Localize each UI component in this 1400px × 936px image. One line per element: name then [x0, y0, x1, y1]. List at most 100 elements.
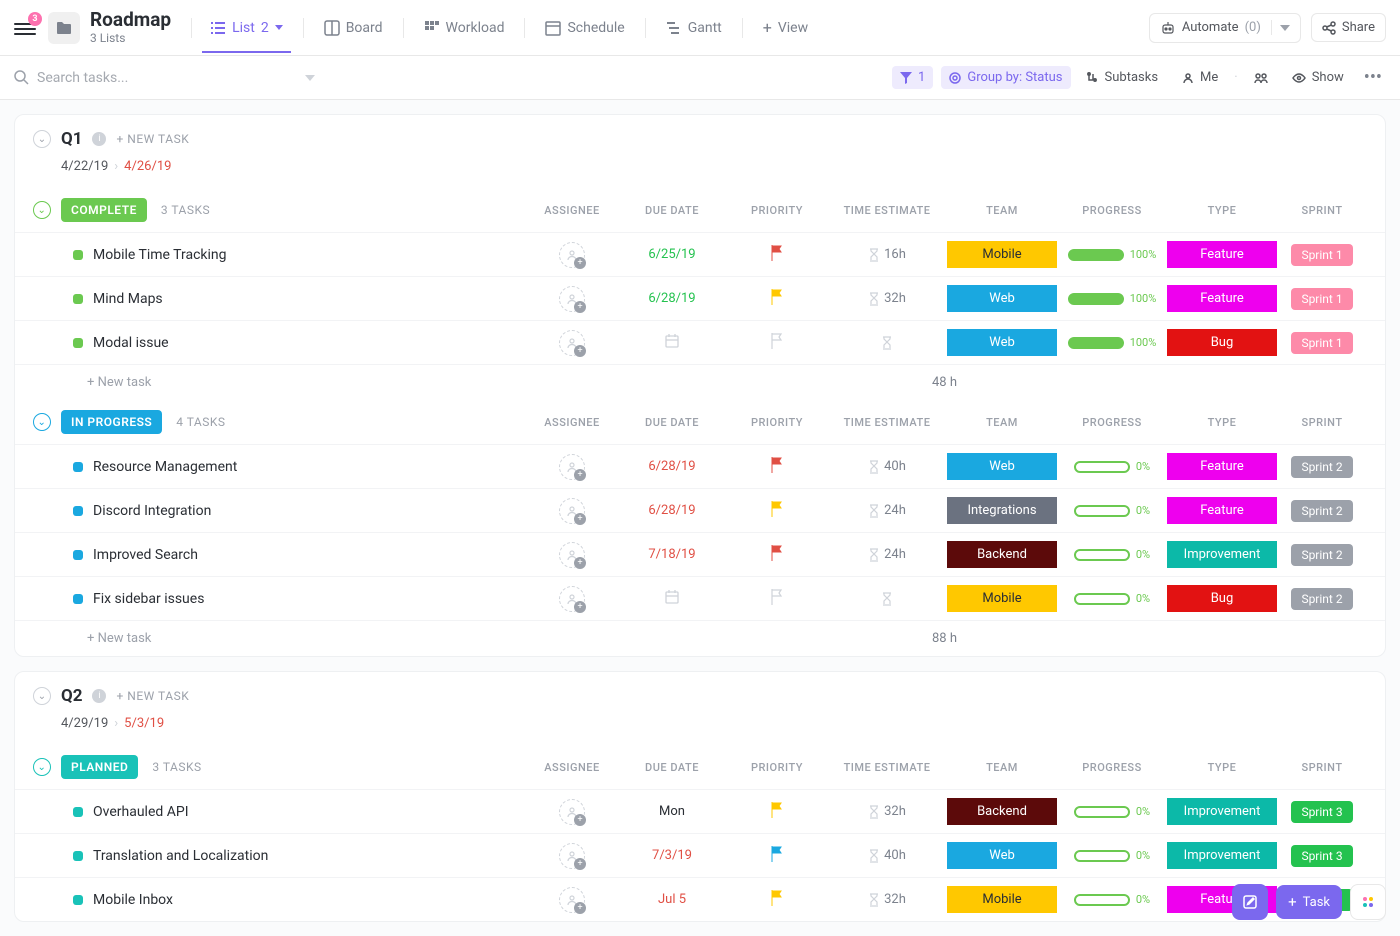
tab-workload[interactable]: Workload [410, 4, 519, 52]
assignee-cell[interactable]: + [527, 542, 617, 568]
task-row[interactable]: Overhauled API + Mon 32h Backend 0% Impr… [15, 789, 1385, 833]
tab-board[interactable]: Board [310, 4, 397, 52]
task-row[interactable]: Mind Maps + 6/28/19 32h Web 100% Feature… [15, 276, 1385, 320]
due-date-cell[interactable]: 6/28/19 [617, 291, 727, 306]
due-date-cell[interactable]: 7/18/19 [617, 547, 727, 562]
due-date-cell[interactable]: Jul 5 [617, 892, 727, 907]
team-cell[interactable]: Web [947, 453, 1057, 480]
assignee-cell[interactable]: + [527, 454, 617, 480]
share-button[interactable]: Share [1311, 13, 1386, 42]
collapse-icon[interactable]: ⌄ [33, 201, 51, 219]
new-task-row[interactable]: + New task48 h [15, 364, 1385, 400]
estimate-cell[interactable]: 16h [827, 247, 947, 262]
estimate-cell[interactable]: 32h [827, 804, 947, 819]
task-row[interactable]: Translation and Localization + 7/3/19 40… [15, 833, 1385, 877]
priority-cell[interactable] [727, 457, 827, 477]
type-cell[interactable]: Improvement [1167, 798, 1277, 825]
due-date-cell[interactable] [617, 589, 727, 609]
team-cell[interactable]: Mobile [947, 886, 1057, 913]
tab-add-view[interactable]: + View [749, 2, 822, 53]
sprint-cell[interactable]: Sprint 2 [1277, 544, 1367, 566]
task-name[interactable]: Improved Search [73, 547, 527, 563]
priority-cell[interactable] [727, 289, 827, 309]
assignee-cell[interactable]: + [527, 242, 617, 268]
more-icon[interactable]: ••• [1360, 67, 1386, 88]
progress-cell[interactable]: 100% [1057, 248, 1167, 261]
type-cell[interactable]: Feature [1167, 285, 1277, 312]
priority-cell[interactable] [727, 589, 827, 609]
task-name[interactable]: Mind Maps [73, 291, 527, 307]
task-name[interactable]: Overhauled API [73, 804, 527, 820]
team-cell[interactable]: Backend [947, 798, 1057, 825]
progress-cell[interactable]: 100% [1057, 292, 1167, 305]
sprint-cell[interactable]: Sprint 2 [1277, 500, 1367, 522]
assignee-cell[interactable]: + [527, 498, 617, 524]
due-date-cell[interactable]: Mon [617, 804, 727, 819]
assignee-cell[interactable]: + [527, 843, 617, 869]
assignee-cell[interactable]: + [527, 887, 617, 913]
tab-gantt[interactable]: Gantt [652, 4, 736, 52]
due-date-cell[interactable]: 6/28/19 [617, 503, 727, 518]
estimate-cell[interactable]: 32h [827, 291, 947, 306]
estimate-cell[interactable]: 24h [827, 503, 947, 518]
tab-list[interactable]: List 2 [196, 4, 297, 52]
progress-cell[interactable]: 0% [1057, 592, 1167, 605]
type-cell[interactable]: Bug [1167, 585, 1277, 612]
estimate-cell[interactable] [827, 336, 947, 350]
progress-cell[interactable]: 0% [1057, 504, 1167, 517]
status-pill[interactable]: COMPLETE [61, 198, 147, 222]
assignee-cell[interactable]: + [527, 799, 617, 825]
list-title[interactable]: Q2 [61, 686, 82, 706]
collapse-icon[interactable]: ⌄ [33, 413, 51, 431]
sprint-cell[interactable]: Sprint 2 [1277, 456, 1367, 478]
priority-cell[interactable] [727, 890, 827, 910]
estimate-cell[interactable]: 32h [827, 892, 947, 907]
status-pill[interactable]: PLANNED [61, 755, 138, 779]
due-date-cell[interactable]: 6/28/19 [617, 459, 727, 474]
subtasks-chip[interactable]: Subtasks [1079, 66, 1167, 89]
list-title[interactable]: Q1 [61, 129, 82, 149]
task-name[interactable]: Mobile Time Tracking [73, 247, 527, 263]
priority-cell[interactable] [727, 802, 827, 822]
priority-cell[interactable] [727, 545, 827, 565]
due-date-cell[interactable]: 6/25/19 [617, 247, 727, 262]
team-cell[interactable]: Integrations [947, 497, 1057, 524]
task-row[interactable]: Mobile Inbox + Jul 5 32h Mobile 0% Featu… [15, 877, 1385, 921]
info-icon[interactable]: i [92, 689, 106, 703]
task-name[interactable]: Discord Integration [73, 503, 527, 519]
task-row[interactable]: Resource Management + 6/28/19 40h Web 0%… [15, 444, 1385, 488]
team-cell[interactable]: Backend [947, 541, 1057, 568]
type-cell[interactable]: Bug [1167, 329, 1277, 356]
progress-cell[interactable]: 0% [1057, 548, 1167, 561]
priority-cell[interactable] [727, 333, 827, 353]
automate-button[interactable]: Automate (0) [1149, 13, 1301, 43]
estimate-cell[interactable]: 40h [827, 848, 947, 863]
groupby-chip[interactable]: Group by: Status [941, 66, 1070, 89]
collapse-icon[interactable]: ⌄ [33, 687, 51, 705]
estimate-cell[interactable]: 40h [827, 459, 947, 474]
task-name[interactable]: Mobile Inbox [73, 892, 527, 908]
team-cell[interactable]: Web [947, 842, 1057, 869]
task-row[interactable]: Mobile Time Tracking + 6/25/19 16h Mobil… [15, 232, 1385, 276]
assignees-chip[interactable] [1246, 68, 1276, 88]
priority-cell[interactable] [727, 245, 827, 265]
team-cell[interactable]: Mobile [947, 241, 1057, 268]
task-row[interactable]: Fix sidebar issues + Mobile 0% Bug Sprin… [15, 576, 1385, 620]
new-task-link[interactable]: + NEW TASK [116, 132, 189, 146]
assignee-cell[interactable]: + [527, 286, 617, 312]
team-cell[interactable]: Web [947, 285, 1057, 312]
note-button[interactable] [1232, 884, 1268, 920]
assignee-cell[interactable]: + [527, 586, 617, 612]
estimate-cell[interactable]: 24h [827, 547, 947, 562]
new-task-link[interactable]: + NEW TASK [116, 689, 189, 703]
show-chip[interactable]: Show [1284, 66, 1352, 89]
task-name[interactable]: Resource Management [73, 459, 527, 475]
sprint-cell[interactable]: Sprint 3 [1277, 845, 1367, 867]
task-row[interactable]: Modal issue + Web 100% Bug Sprint 1 [15, 320, 1385, 364]
type-cell[interactable]: Improvement [1167, 541, 1277, 568]
team-cell[interactable]: Mobile [947, 585, 1057, 612]
sprint-cell[interactable]: Sprint 1 [1277, 244, 1367, 266]
team-cell[interactable]: Web [947, 329, 1057, 356]
priority-cell[interactable] [727, 501, 827, 521]
assignee-cell[interactable]: + [527, 330, 617, 356]
